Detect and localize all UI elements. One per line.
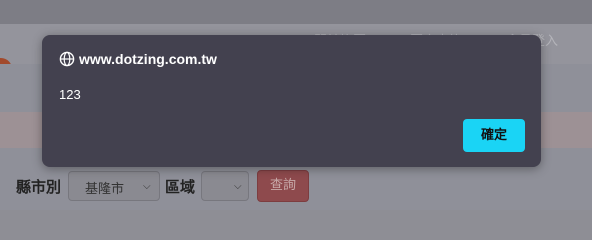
county-select[interactable]: 基隆市 ⌵	[68, 171, 160, 201]
alert-dialog: www.dotzing.com.tw 123 確定	[42, 35, 541, 167]
top-bar	[0, 0, 592, 24]
dialog-message: 123	[59, 87, 81, 102]
area-select[interactable]: ⌵	[201, 171, 249, 201]
county-label: 縣市別	[16, 178, 62, 196]
chevron-down-icon: ⌵	[234, 181, 242, 192]
county-select-value: 基隆市	[85, 182, 125, 197]
query-button[interactable]: 查詢	[257, 170, 309, 202]
chevron-down-icon: ⌵	[143, 181, 151, 192]
ok-button[interactable]: 確定	[463, 119, 525, 152]
area-label: 區域	[165, 178, 196, 196]
globe-icon	[59, 51, 75, 67]
filter-row: 縣市別 基隆市 ⌵ 區域 ⌵ 查詢	[0, 168, 592, 208]
dialog-origin-title: www.dotzing.com.tw	[79, 51, 217, 67]
